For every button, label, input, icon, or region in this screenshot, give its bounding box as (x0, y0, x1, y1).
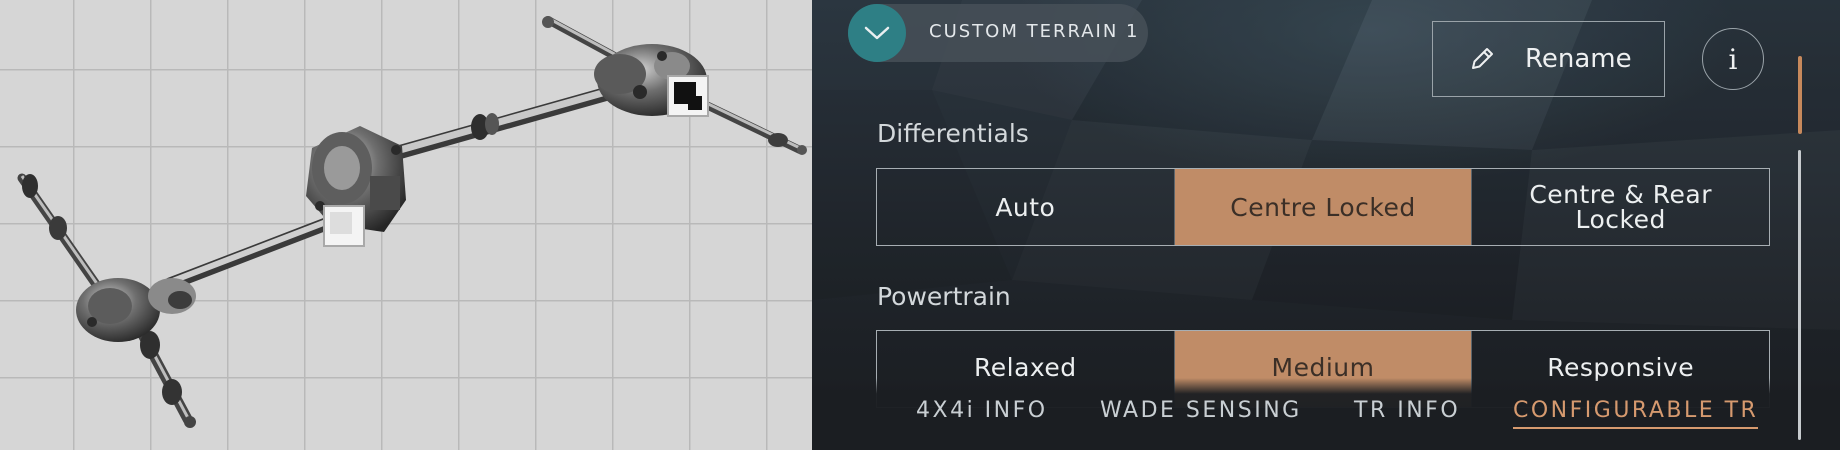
rear-diff-lock-indicator (667, 75, 709, 117)
drivetrain-diagram (17, 16, 807, 428)
bottom-tab-bar: 4X4i INFO WADE SENSING TR INFO CONFIGURA… (812, 398, 1840, 438)
drivetrain-panel (0, 0, 812, 450)
front-differential (76, 278, 196, 342)
tab-wade-sensing[interactable]: WADE SENSING (1100, 398, 1302, 423)
scrollbar-thumb[interactable] (1798, 56, 1802, 134)
differentials-option-centre-rear-locked[interactable]: Centre & Rear Locked (1471, 169, 1769, 245)
terrain-mode-name: CUSTOM TERRAIN 1 (929, 21, 1140, 42)
rear-propshaft (393, 83, 627, 159)
rename-label: Rename (1525, 44, 1632, 74)
rename-button[interactable]: Rename (1432, 21, 1665, 97)
centre-diff-lock-indicator (323, 205, 365, 247)
tab-configurable-tr[interactable]: CONFIGURABLE TR (1513, 398, 1759, 429)
differentials-selector: Auto Centre Locked Centre & Rear Locked (876, 168, 1770, 246)
info-button[interactable]: i (1702, 28, 1764, 90)
tab-4x4i-info[interactable]: 4X4i INFO (916, 398, 1048, 423)
pencil-icon (1472, 48, 1493, 69)
differentials-option-centre-locked[interactable]: Centre Locked (1173, 169, 1472, 245)
tab-tr-info[interactable]: TR INFO (1354, 398, 1460, 423)
chevron-down-icon (864, 26, 890, 40)
differentials-option-auto[interactable]: Auto (877, 169, 1174, 245)
differentials-title: Differentials (877, 119, 1029, 148)
mode-dropdown-toggle[interactable] (848, 4, 906, 62)
powertrain-title: Powertrain (877, 282, 1011, 311)
scrollbar-track[interactable] (1798, 150, 1801, 440)
terrain-settings-panel: CUSTOM TERRAIN 1 Rename i Differentials … (812, 0, 1840, 450)
